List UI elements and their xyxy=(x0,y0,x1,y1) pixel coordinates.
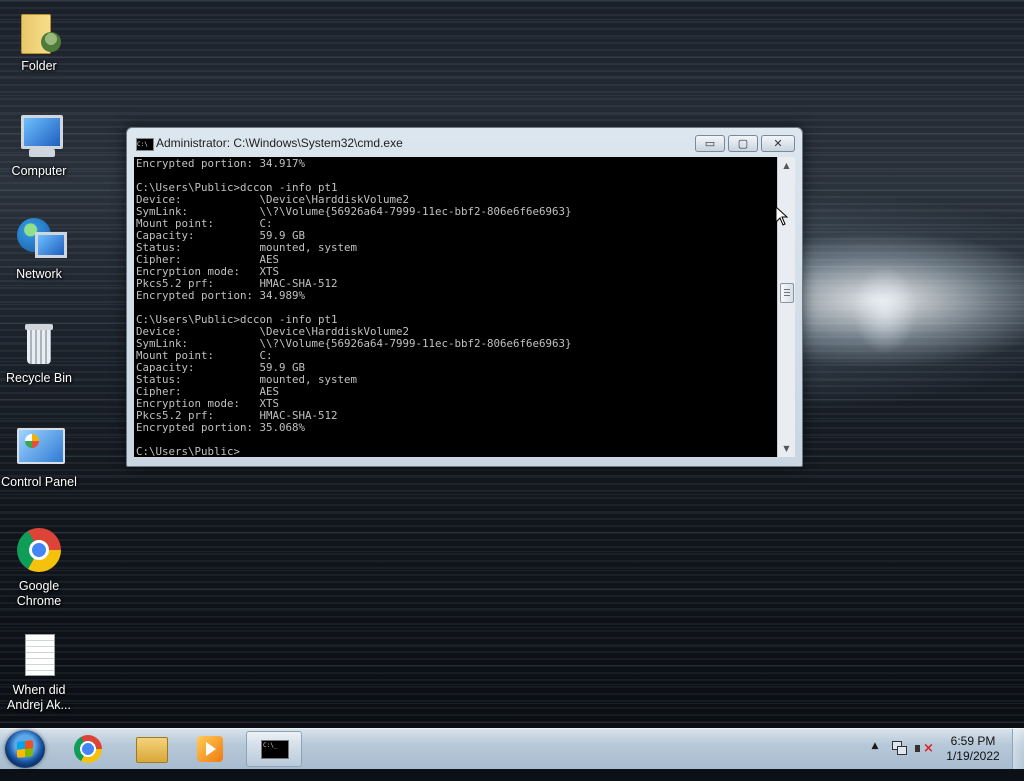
clock-time: 6:59 PM xyxy=(950,734,996,748)
scrollbar-thumb[interactable] xyxy=(780,283,794,303)
volume-muted-icon[interactable] xyxy=(915,741,934,757)
cmd-icon: C:\ xyxy=(136,138,154,151)
desktop-icon-label-line2: Chrome xyxy=(16,594,62,608)
taskbar-media-player-icon[interactable] xyxy=(182,731,238,767)
vertical-scrollbar[interactable]: ▲ ▼ xyxy=(777,157,795,457)
console-text: Encrypted portion: 34.917% C:\Users\Publ… xyxy=(136,157,572,458)
desktop-icon-recycle-bin[interactable]: Recycle Bin xyxy=(0,320,78,386)
desktop-icon-label-line2: Andrej Ak... xyxy=(7,698,71,712)
console-output[interactable]: Encrypted portion: 34.917% C:\Users\Publ… xyxy=(134,157,777,457)
network-tray-icon[interactable] xyxy=(892,741,907,755)
wallpaper-glow xyxy=(840,250,930,370)
taskbar: ▲ 6:59 PM 1/19/2022 xyxy=(0,728,1024,769)
show-desktop-button[interactable] xyxy=(1012,729,1024,769)
minimize-button[interactable]: ▭ xyxy=(695,135,725,152)
desktop-icon-text-file[interactable]: When did Andrej Ak... xyxy=(0,632,78,713)
text-file-icon xyxy=(15,632,63,680)
taskbar-explorer-icon[interactable] xyxy=(123,731,179,767)
chrome-icon xyxy=(15,528,63,576)
start-button-icon[interactable] xyxy=(5,730,45,768)
desktop-icon-folder[interactable]: Folder xyxy=(0,8,78,74)
control-panel-icon xyxy=(15,424,65,472)
desktop-icon-label: Control Panel xyxy=(1,475,77,489)
clock-date: 1/19/2022 xyxy=(946,749,1000,763)
network-icon xyxy=(15,216,67,264)
show-hidden-icons-icon[interactable]: ▲ xyxy=(870,741,880,781)
taskbar-chrome-icon[interactable] xyxy=(60,731,116,767)
desktop-icon-control-panel[interactable]: Control Panel xyxy=(0,424,78,490)
desktop-icon-label: Recycle Bin xyxy=(6,371,72,385)
taskbar-cmd-icon[interactable] xyxy=(246,731,302,767)
window-titlebar[interactable]: C:\ Administrator: C:\Windows\System32\c… xyxy=(127,128,802,158)
maximize-button[interactable]: ▢ xyxy=(728,135,758,152)
desktop-icon-label: Google xyxy=(18,579,60,593)
window-title: Administrator: C:\Windows\System32\cmd.e… xyxy=(156,136,403,150)
desktop-icon-google-chrome[interactable]: Google Chrome xyxy=(0,528,78,609)
desktop-icon-label: Computer xyxy=(11,164,67,178)
cmd-window[interactable]: C:\ Administrator: C:\Windows\System32\c… xyxy=(126,127,803,467)
desktop-icon-label: Folder xyxy=(21,59,57,73)
scroll-down-icon[interactable]: ▼ xyxy=(778,440,795,457)
scroll-up-icon[interactable]: ▲ xyxy=(778,157,795,174)
desktop-icon-label: Network xyxy=(16,267,62,281)
user-folder-icon xyxy=(15,8,63,56)
system-clock[interactable]: 6:59 PM 1/19/2022 xyxy=(940,734,1006,764)
desktop-icon-network[interactable]: Network xyxy=(0,216,78,282)
mouse-pointer-icon xyxy=(775,206,789,226)
desktop-icon-label: When did xyxy=(12,683,66,697)
recycle-bin-icon xyxy=(15,320,63,368)
computer-icon xyxy=(15,113,63,161)
desktop-icon-computer[interactable]: Computer xyxy=(0,113,78,179)
close-button[interactable]: ✕ xyxy=(761,135,795,152)
